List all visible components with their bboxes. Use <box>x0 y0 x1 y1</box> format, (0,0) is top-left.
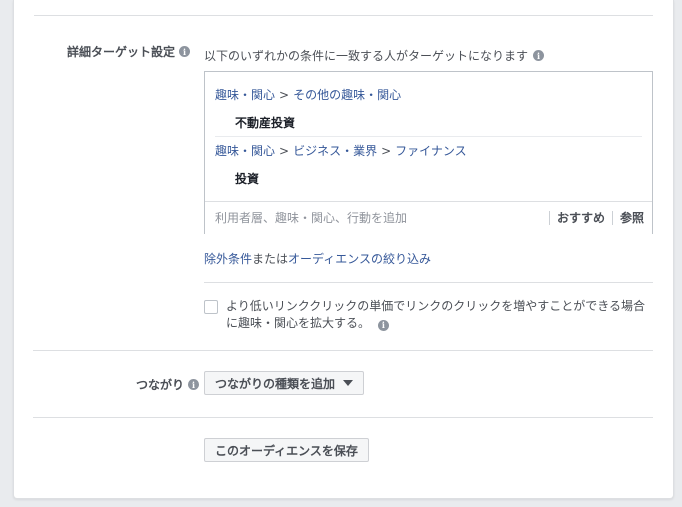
detailed-targeting-label-text: 詳細ターゲット設定 <box>66 45 175 59</box>
chevron-right-icon: > <box>279 144 290 158</box>
add-connection-type-button[interactable]: つながりの種類を追加 <box>204 371 365 395</box>
suggestions-button[interactable]: おすすめ <box>557 209 605 226</box>
divider-top <box>34 15 653 16</box>
expand-interests-label: より低いリンククリックの単価でリンクのクリックを増やすことができる場合に趣味・関… <box>226 298 651 332</box>
chevron-right-icon: > <box>381 144 392 158</box>
expand-interests-checkbox[interactable] <box>204 300 218 314</box>
targeting-item[interactable]: 投資 <box>235 170 259 187</box>
separator <box>611 210 613 225</box>
input-actions: おすすめ 参照 <box>542 209 644 226</box>
breadcrumb-link[interactable]: 趣味・関心 <box>215 88 275 102</box>
divider <box>33 417 653 418</box>
save-audience-label: このオーディエンスを保存 <box>215 443 358 458</box>
browse-button[interactable]: 参照 <box>620 209 644 226</box>
targeting-item[interactable]: 不動産投資 <box>235 114 295 131</box>
info-icon[interactable]: i <box>188 379 199 390</box>
expand-interests-label-text: より低いリンククリックの単価でリンクのクリックを増やすことができる場合に趣味・関… <box>226 299 646 330</box>
breadcrumb-link[interactable]: その他の趣味・関心 <box>293 88 401 102</box>
separator <box>548 210 550 225</box>
targeting-box: 趣味・関心 > その他の趣味・関心 不動産投資 趣味・関心 > ビジネス・業界 > ファイナ… <box>204 71 653 234</box>
chevron-right-icon: > <box>279 88 290 102</box>
exclude-narrow-links: 除外条件またはオーディエンスの絞り込み <box>204 250 431 267</box>
breadcrumb-link[interactable]: ビジネス・業界 <box>293 144 377 158</box>
info-icon[interactable]: i <box>179 46 190 57</box>
breadcrumb: 趣味・関心 > ビジネス・業界 > ファイナンス <box>215 142 467 159</box>
info-icon[interactable]: i <box>533 50 545 61</box>
narrow-audience-link[interactable]: オーディエンスの絞り込み <box>288 252 431 266</box>
breadcrumb-link[interactable]: ファイナンス <box>395 144 467 158</box>
breadcrumb-link[interactable]: 趣味・関心 <box>215 144 275 158</box>
caret-down-icon <box>343 380 354 386</box>
add-connection-type-label: つながりの種類を追加 <box>215 376 336 391</box>
group-divider <box>215 136 642 137</box>
save-audience-button[interactable]: このオーディエンスを保存 <box>204 438 369 462</box>
targeting-search-input[interactable] <box>213 208 537 228</box>
connections-label: つながり i <box>136 376 199 393</box>
targeting-description: 以下のいずれかの条件に一致する人がターゲットになります i <box>204 47 545 64</box>
targeting-description-text: 以下のいずれかの条件に一致する人がターゲットになります <box>204 49 529 63</box>
detailed-targeting-label: 詳細ターゲット設定 i <box>67 43 190 60</box>
targeting-input-row: おすすめ 参照 <box>205 201 652 234</box>
divider <box>33 350 653 351</box>
connections-label-text: つながり <box>135 378 184 392</box>
divider <box>204 282 653 283</box>
info-icon[interactable]: i <box>377 319 389 331</box>
or-text: または <box>252 252 289 266</box>
exclude-link[interactable]: 除外条件 <box>204 252 252 266</box>
breadcrumb: 趣味・関心 > その他の趣味・関心 <box>215 86 401 103</box>
